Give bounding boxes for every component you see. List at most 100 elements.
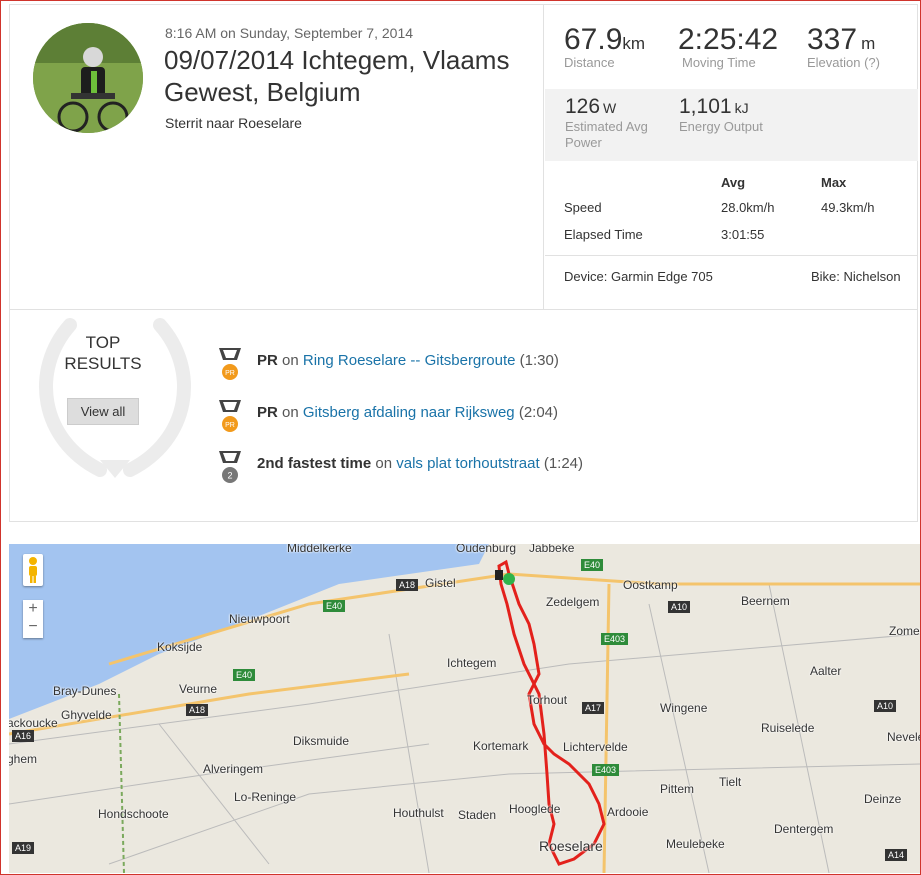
moving-time-value: 2:25:42 xyxy=(678,23,779,56)
result-time: (1:24) xyxy=(543,455,584,472)
energy-unit: kJ xyxy=(734,100,749,116)
map-label: Nieuwpoort xyxy=(229,612,290,626)
distance-label: Distance xyxy=(564,55,615,70)
activity-dateline: 8:16 AM on Sunday, September 7, 2014 xyxy=(165,25,414,41)
medal-label: PR xyxy=(225,370,235,377)
map-label: Ruiselede xyxy=(761,721,815,735)
map-label: Lichtervelde xyxy=(563,740,628,754)
power-unit: W xyxy=(603,100,617,116)
pr-medal-icon: PR xyxy=(219,348,241,380)
stats-panel: 67.9km Distance 2:25:42 Moving Time 337 m… xyxy=(543,5,918,310)
map-label: Koksijde xyxy=(157,640,203,654)
map-label: Ichtegem xyxy=(447,656,497,670)
map-label: Alveringem xyxy=(203,762,264,776)
map-label: Jabbeke xyxy=(529,544,575,555)
finish-flag-icon xyxy=(495,570,503,580)
stat-power: 126 W Estimated Avg Power xyxy=(565,95,665,151)
road-shield: A18 xyxy=(186,704,209,716)
map-label: Aalter xyxy=(810,664,842,678)
street-view-pegman-icon[interactable] xyxy=(23,554,43,586)
col-max-header: Max xyxy=(821,175,847,190)
medal-label: 2 xyxy=(227,471,232,481)
stat-distance: 67.9km Distance xyxy=(564,23,645,70)
map-label: Veurne xyxy=(179,682,218,696)
map-label: Deinze xyxy=(864,792,902,806)
energy-label: Energy Output xyxy=(679,119,763,134)
segment-link[interactable]: vals plat torhoutstraat xyxy=(396,455,539,472)
second-place-medal-icon: 2 xyxy=(219,451,241,483)
top-results-card: TOP RESULTS View all PR PR on Ring Roese… xyxy=(9,309,918,522)
bike-info: Bike: Nichelson xyxy=(811,269,901,284)
map-label: Beernem xyxy=(741,594,790,608)
zoom-control: + − xyxy=(23,600,43,638)
device-info: Device: Garmin Edge 705 xyxy=(564,269,713,284)
map-label: Roeselare xyxy=(539,838,603,854)
road-shield: E403 xyxy=(601,633,629,645)
result-on: on xyxy=(375,455,393,472)
road-shield: A16 xyxy=(12,730,35,742)
result-badge: PR xyxy=(257,404,278,421)
road-shield: A18 xyxy=(396,579,419,591)
result-badge: PR xyxy=(257,352,278,369)
speed-avg: 28.0km/h xyxy=(721,200,775,215)
stat-energy: 1,101 kJ Energy Output xyxy=(679,95,763,135)
stat-moving-time: 2:25:42 Moving Time xyxy=(678,23,778,70)
power-value: 126 xyxy=(565,95,601,118)
route-map[interactable]: Middelkerke Oudenburg Jabbeke Gistel Oos… xyxy=(9,544,920,873)
result-badge: 2nd fastest time xyxy=(257,455,372,472)
map-label: Dentergem xyxy=(774,822,834,836)
stat-elevation: 337 m Elevation (?) xyxy=(807,23,880,70)
map-label: Ghyvelde xyxy=(61,708,112,722)
map-label: Staden xyxy=(458,808,497,822)
pr-medal-icon: PR xyxy=(219,400,241,432)
result-time: (1:30) xyxy=(519,352,559,369)
map-label: Nevele xyxy=(887,730,920,744)
stats-divider xyxy=(545,255,918,256)
map-label: Houthulst xyxy=(393,806,444,820)
elevation-help-link[interactable]: Elevation (?) xyxy=(807,55,880,70)
elevation-value: 337 xyxy=(807,23,858,56)
elapsed-avg: 3:01:55 xyxy=(721,227,765,242)
road-shield: A19 xyxy=(12,842,35,854)
map-label: ghem xyxy=(9,752,38,766)
road-shield: A14 xyxy=(885,849,908,861)
power-label: Estimated Avg Power xyxy=(565,119,648,150)
zoom-in-button[interactable]: + xyxy=(23,600,43,618)
map-label: Zedelgem xyxy=(546,595,600,609)
zoom-out-button[interactable]: − xyxy=(23,618,43,636)
segment-link[interactable]: Gitsberg afdaling naar Rijksweg xyxy=(303,404,515,421)
top-results-heading-line2: RESULTS xyxy=(64,354,142,373)
map-label: Middelkerke xyxy=(287,544,352,555)
road-shield: A10 xyxy=(874,700,897,712)
map-label: Hondschoote xyxy=(98,807,169,821)
top-results-heading-line1: TOP xyxy=(85,333,121,352)
map-label: Oudenburg xyxy=(456,544,517,555)
activity-description: Sterrit naar Roeselare xyxy=(165,115,302,131)
map-label: Hooglede xyxy=(509,802,561,816)
map-label: Zomergem xyxy=(889,624,920,638)
distance-value: 67.9 xyxy=(564,23,623,56)
result-on: on xyxy=(282,404,299,421)
map-label: Gistel xyxy=(425,576,456,590)
map-label: Tielt xyxy=(719,775,742,789)
elevation-unit: m xyxy=(861,34,876,53)
map-label: Kortemark xyxy=(473,739,529,753)
map-label: Meulebeke xyxy=(666,837,725,851)
segment-link[interactable]: Ring Roeselare -- Gitsbergroute xyxy=(303,352,516,369)
road-shield: A17 xyxy=(582,702,605,714)
medal-label: PR xyxy=(225,422,235,429)
result-time: (2:04) xyxy=(518,404,559,421)
activity-header-card: 8:16 AM on Sunday, September 7, 2014 09/… xyxy=(9,4,918,310)
athlete-avatar[interactable] xyxy=(33,23,143,133)
road-shield: E40 xyxy=(581,559,604,571)
energy-value: 1,101 xyxy=(679,95,732,118)
map-label: Wingene xyxy=(660,701,708,715)
start-marker-icon xyxy=(503,573,515,585)
road-shield: E40 xyxy=(323,600,346,612)
view-all-button[interactable]: View all xyxy=(67,398,139,425)
map-label: Lo-Reninge xyxy=(234,790,297,804)
map-label: Oostkamp xyxy=(623,578,678,592)
map-label: ackoucke xyxy=(9,716,58,730)
map-label: Diksmuide xyxy=(293,734,350,748)
secondary-stats-band: 126 W Estimated Avg Power 1,101 kJ Energy … xyxy=(545,89,918,161)
